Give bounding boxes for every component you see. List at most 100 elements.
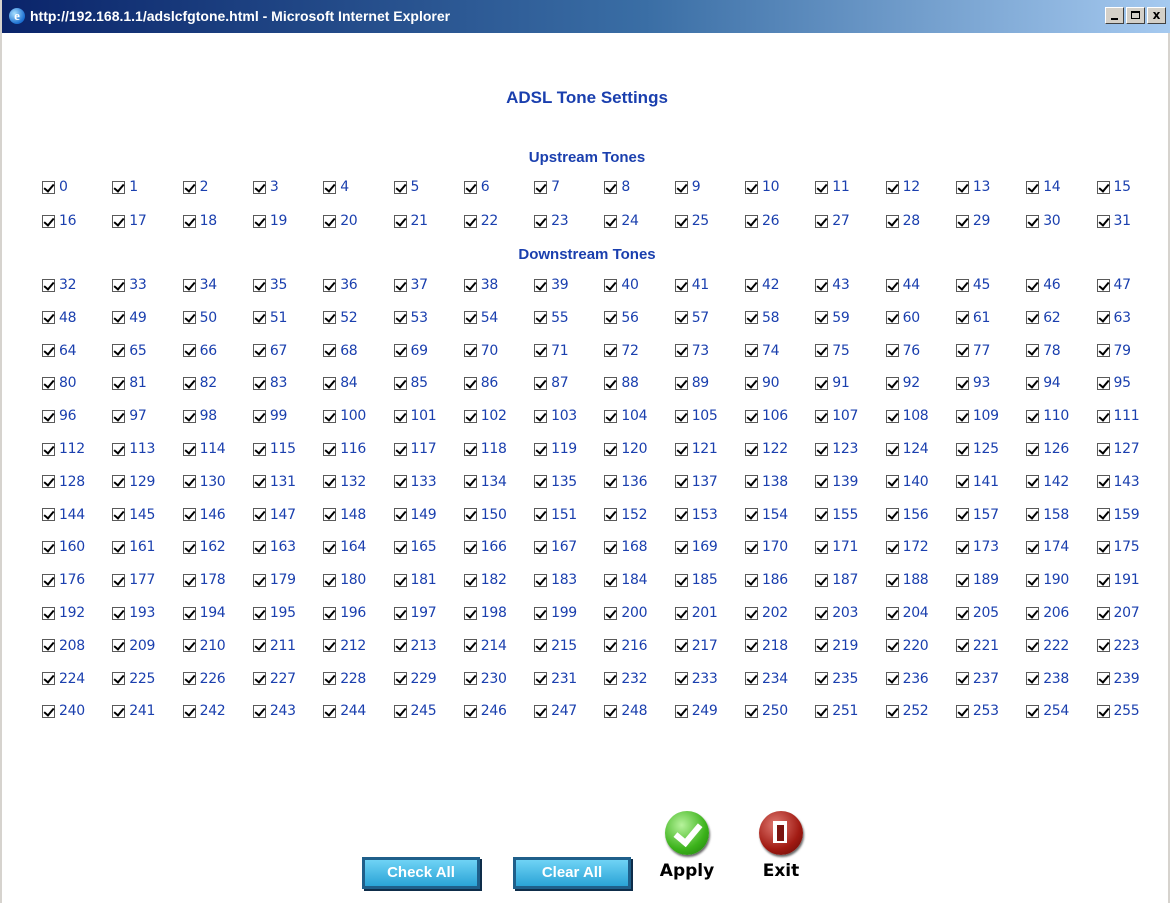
tone-checkbox-92[interactable]: 92 [885, 372, 920, 394]
tone-checkbox-71[interactable]: 71 [534, 340, 569, 362]
tone-checkbox-226[interactable]: 226 [182, 668, 226, 690]
close-button[interactable]: x [1147, 7, 1166, 24]
tone-checkbox-155[interactable]: 155 [815, 504, 858, 526]
checkbox-checked-icon[interactable] [1026, 311, 1040, 325]
checkbox-checked-icon[interactable] [955, 344, 969, 358]
tone-checkbox-147[interactable]: 147 [252, 504, 296, 526]
checkbox-checked-icon[interactable] [42, 573, 55, 587]
tone-checkbox-203[interactable]: 203 [815, 602, 858, 624]
tone-checkbox-160[interactable]: 160 [42, 536, 85, 558]
checkbox-checked-icon[interactable] [182, 214, 196, 228]
checkbox-checked-icon[interactable] [1096, 639, 1110, 653]
tone-checkbox-199[interactable]: 199 [534, 602, 577, 624]
checkbox-checked-icon[interactable] [323, 442, 337, 456]
tone-checkbox-234[interactable]: 234 [745, 668, 788, 690]
checkbox-checked-icon[interactable] [252, 606, 266, 620]
tone-checkbox-190[interactable]: 190 [1026, 569, 1069, 591]
tone-checkbox-146[interactable]: 146 [182, 504, 226, 526]
tone-checkbox-93[interactable]: 93 [955, 372, 990, 394]
checkbox-checked-icon[interactable] [885, 573, 899, 587]
tone-checkbox-96[interactable]: 96 [42, 405, 77, 427]
tone-checkbox-49[interactable]: 49 [112, 307, 147, 329]
tone-checkbox-139[interactable]: 139 [815, 471, 858, 493]
checkbox-checked-icon[interactable] [534, 344, 548, 358]
tone-checkbox-6[interactable]: 6 [463, 176, 490, 198]
checkbox-checked-icon[interactable] [534, 606, 548, 620]
tone-checkbox-66[interactable]: 66 [182, 340, 217, 362]
checkbox-checked-icon[interactable] [323, 540, 337, 554]
maximize-button[interactable] [1126, 7, 1145, 24]
checkbox-checked-icon[interactable] [182, 311, 196, 325]
checkbox-checked-icon[interactable] [323, 573, 337, 587]
tone-checkbox-83[interactable]: 83 [252, 372, 287, 394]
tone-checkbox-241[interactable]: 241 [112, 700, 155, 722]
checkbox-checked-icon[interactable] [112, 475, 126, 489]
tone-checkbox-129[interactable]: 129 [112, 471, 155, 493]
checkbox-checked-icon[interactable] [885, 180, 899, 194]
checkbox-checked-icon[interactable] [393, 606, 407, 620]
checkbox-checked-icon[interactable] [42, 606, 55, 620]
checkbox-checked-icon[interactable] [112, 344, 126, 358]
tone-checkbox-148[interactable]: 148 [323, 504, 366, 526]
checkbox-checked-icon[interactable] [463, 376, 477, 390]
checkbox-checked-icon[interactable] [42, 442, 55, 456]
checkbox-checked-icon[interactable] [674, 442, 688, 456]
tone-checkbox-45[interactable]: 45 [955, 274, 990, 296]
checkbox-checked-icon[interactable] [112, 639, 126, 653]
tone-checkbox-253[interactable]: 253 [955, 700, 999, 722]
tone-checkbox-128[interactable]: 128 [42, 471, 85, 493]
tone-checkbox-106[interactable]: 106 [745, 405, 788, 427]
tone-checkbox-207[interactable]: 207 [1096, 602, 1140, 624]
tone-checkbox-236[interactable]: 236 [885, 668, 929, 690]
checkbox-checked-icon[interactable] [604, 475, 618, 489]
tone-checkbox-58[interactable]: 58 [745, 307, 780, 329]
checkbox-checked-icon[interactable] [323, 672, 337, 686]
checkbox-checked-icon[interactable] [1096, 442, 1110, 456]
tone-checkbox-50[interactable]: 50 [182, 307, 217, 329]
tone-checkbox-69[interactable]: 69 [393, 340, 428, 362]
tone-checkbox-63[interactable]: 63 [1096, 307, 1131, 329]
checkbox-checked-icon[interactable] [674, 508, 688, 522]
checkbox-checked-icon[interactable] [323, 278, 337, 292]
tone-checkbox-8[interactable]: 8 [604, 176, 630, 198]
tone-checkbox-59[interactable]: 59 [815, 307, 850, 329]
checkbox-checked-icon[interactable] [182, 278, 196, 292]
checkbox-checked-icon[interactable] [885, 508, 899, 522]
checkbox-checked-icon[interactable] [955, 704, 969, 718]
tone-checkbox-48[interactable]: 48 [42, 307, 77, 329]
tone-checkbox-117[interactable]: 117 [393, 438, 437, 460]
checkbox-checked-icon[interactable] [393, 376, 407, 390]
checkbox-checked-icon[interactable] [885, 409, 899, 423]
checkbox-checked-icon[interactable] [1026, 639, 1040, 653]
checkbox-checked-icon[interactable] [955, 311, 969, 325]
checkbox-checked-icon[interactable] [252, 278, 266, 292]
tone-checkbox-149[interactable]: 149 [393, 504, 437, 526]
checkbox-checked-icon[interactable] [1096, 311, 1110, 325]
tone-checkbox-103[interactable]: 103 [534, 405, 577, 427]
checkbox-checked-icon[interactable] [463, 540, 477, 554]
checkbox-checked-icon[interactable] [745, 573, 758, 587]
tone-checkbox-125[interactable]: 125 [955, 438, 999, 460]
checkbox-checked-icon[interactable] [1026, 672, 1040, 686]
checkbox-checked-icon[interactable] [1096, 376, 1110, 390]
checkbox-checked-icon[interactable] [393, 475, 407, 489]
checkbox-checked-icon[interactable] [112, 442, 126, 456]
checkbox-checked-icon[interactable] [745, 639, 758, 653]
tone-checkbox-104[interactable]: 104 [604, 405, 648, 427]
tone-checkbox-191[interactable]: 191 [1096, 569, 1140, 591]
tone-checkbox-193[interactable]: 193 [112, 602, 155, 624]
checkbox-checked-icon[interactable] [674, 704, 688, 718]
checkbox-checked-icon[interactable] [112, 180, 126, 194]
tone-checkbox-46[interactable]: 46 [1026, 274, 1061, 296]
tone-checkbox-127[interactable]: 127 [1096, 438, 1140, 460]
checkbox-checked-icon[interactable] [1026, 573, 1040, 587]
tone-checkbox-248[interactable]: 248 [604, 700, 648, 722]
checkbox-checked-icon[interactable] [955, 214, 969, 228]
checkbox-checked-icon[interactable] [42, 508, 55, 522]
checkbox-checked-icon[interactable] [815, 311, 829, 325]
checkbox-checked-icon[interactable] [815, 344, 829, 358]
checkbox-checked-icon[interactable] [1096, 278, 1110, 292]
checkbox-checked-icon[interactable] [885, 639, 899, 653]
checkbox-checked-icon[interactable] [745, 214, 758, 228]
checkbox-checked-icon[interactable] [955, 475, 969, 489]
